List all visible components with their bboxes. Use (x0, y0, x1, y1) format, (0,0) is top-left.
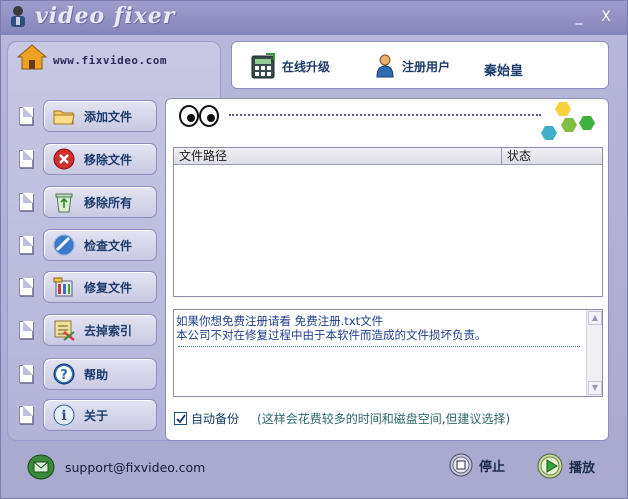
remove-file-button[interactable]: 移除文件 (43, 143, 157, 175)
header-bar: 在线升级 注册用户 秦始皇 (231, 41, 609, 89)
repair-icon (53, 277, 73, 297)
remove-index-icon (54, 320, 75, 341)
sidebar-item-remove-all[interactable]: 移除所有 (15, 185, 159, 219)
decorative-dotted-line (229, 114, 541, 116)
document-icon (19, 150, 33, 168)
register-user-label: 注册用户 (402, 59, 451, 74)
calculator-icon (251, 53, 275, 79)
column-header-status[interactable]: 状态 (502, 148, 602, 165)
document-icon (19, 365, 33, 383)
document-icon (19, 193, 33, 211)
document-icon (19, 321, 33, 339)
info-icon: i (53, 404, 75, 426)
help-icon: ? (53, 363, 75, 385)
inspect-file-label: 检查文件 (84, 238, 133, 253)
sidebar-item-about[interactable]: i 关于 (15, 398, 159, 432)
about-label: 关于 (84, 408, 109, 423)
log-line: 本公司不对在修复过程中由于本软件而造成的文件损坏负责。 (176, 328, 487, 342)
auto-backup-label[interactable]: 自动备份 (191, 410, 239, 427)
site-url[interactable]: www.fixvideo.com (53, 54, 167, 67)
help-label: 帮助 (84, 367, 109, 382)
auto-backup-checkbox[interactable] (174, 411, 187, 425)
sidebar-item-remove-index[interactable]: 去掉索引 (15, 313, 159, 347)
sidebar-item-inspect-file[interactable]: 检查文件 (15, 228, 159, 262)
document-icon (19, 278, 33, 296)
auto-backup-option: 自动备份 (这样会花费较多的时间和磁盘空间,但建议选择) (174, 410, 510, 426)
user-icon (376, 54, 394, 78)
file-table[interactable]: 文件路径 状态 (173, 147, 603, 297)
repair-file-label: 修复文件 (84, 280, 133, 295)
svg-text:i: i (61, 408, 66, 424)
recycle-icon (55, 193, 73, 213)
title-bar[interactable]: video fixer _ X (1, 1, 627, 35)
play-icon (537, 453, 563, 479)
document-icon (19, 236, 33, 254)
scroll-up-button[interactable]: ▲ (588, 311, 602, 325)
auto-backup-note: (这样会花费较多的时间和磁盘空间,但建议选择) (257, 411, 511, 426)
minimize-button[interactable]: _ (571, 9, 587, 25)
online-upgrade-label: 在线升级 (282, 59, 331, 74)
folder-icon (53, 110, 75, 125)
message-log[interactable]: 如果你想免费注册请看 免费注册.txt文件 本公司不对在修复过程中由于本软件而造… (173, 309, 603, 397)
repair-file-button[interactable]: 修复文件 (43, 271, 157, 303)
app-logo-icon (11, 6, 25, 27)
app-window: video fixer _ X www.fixvideo.com 在线升级 注册… (0, 0, 628, 499)
email-icon (27, 454, 55, 480)
remove-index-button[interactable]: 去掉索引 (43, 314, 157, 346)
add-file-label: 添加文件 (84, 109, 133, 124)
svg-text:?: ? (60, 368, 68, 383)
sidebar-item-remove-file[interactable]: 移除文件 (15, 142, 159, 176)
about-button[interactable]: i 关于 (43, 399, 157, 431)
sidebar-item-help[interactable]: ? 帮助 (15, 357, 159, 391)
document-icon (19, 107, 33, 125)
stop-label: 停止 (479, 459, 506, 475)
remove-all-button[interactable]: 移除所有 (43, 186, 157, 218)
sidebar-item-add-file[interactable]: 添加文件 (15, 99, 159, 133)
table-header: 文件路径 状态 (174, 148, 602, 165)
close-button[interactable]: X (598, 9, 614, 25)
stop-button[interactable]: 停止 (449, 453, 505, 477)
play-button[interactable]: 播放 (537, 453, 595, 479)
home-icon (17, 44, 47, 70)
registered-user-name: 秦始皇 (484, 64, 524, 79)
log-separator (178, 346, 580, 347)
support-contact: support@fixvideo.com (27, 454, 205, 480)
document-icon (19, 406, 33, 424)
checkmark-icon (176, 413, 186, 423)
eyes-icon (179, 105, 219, 127)
online-upgrade-button[interactable]: 在线升级 (250, 50, 330, 82)
inspect-file-button[interactable]: 检查文件 (43, 229, 157, 261)
scroll-down-button[interactable]: ▼ (588, 381, 602, 395)
sidebar-item-repair-file[interactable]: 修复文件 (15, 270, 159, 304)
hexagon-decoration-icon (541, 102, 595, 140)
play-label: 播放 (569, 460, 596, 476)
support-email[interactable]: support@fixvideo.com (65, 460, 205, 475)
inspect-icon (53, 234, 75, 256)
remove-index-label: 去掉索引 (84, 323, 133, 338)
stop-icon (449, 453, 473, 477)
remove-icon (53, 148, 75, 170)
log-scrollbar[interactable]: ▲ ▼ (586, 310, 602, 396)
column-header-file-path[interactable]: 文件路径 (174, 148, 502, 165)
add-file-button[interactable]: 添加文件 (43, 100, 157, 132)
help-button[interactable]: ? 帮助 (43, 358, 157, 390)
app-title: video fixer (35, 3, 176, 29)
remove-all-label: 移除所有 (84, 195, 133, 210)
register-user-button[interactable]: 注册用户 (374, 50, 450, 82)
remove-file-label: 移除文件 (84, 152, 133, 167)
